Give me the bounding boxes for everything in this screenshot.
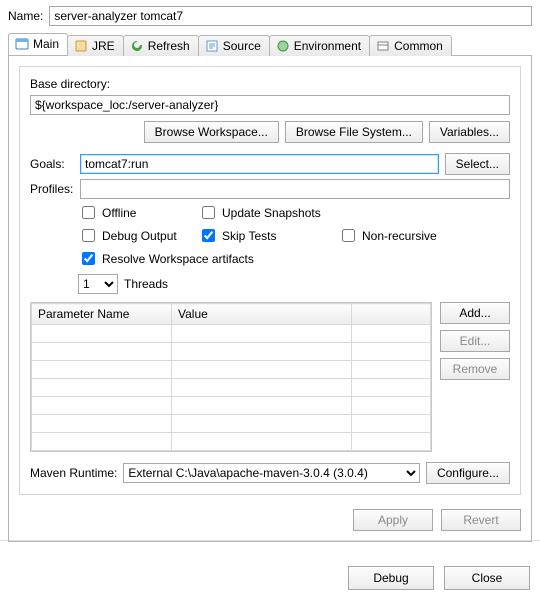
non-recursive-checkbox-input[interactable]	[342, 229, 355, 242]
col-parameter-name[interactable]: Parameter Name	[32, 304, 172, 325]
base-dir-input[interactable]	[30, 95, 510, 115]
tab-main[interactable]: Main	[8, 33, 68, 55]
debug-button[interactable]: Debug	[348, 566, 434, 590]
dialog-footer: Debug Close	[0, 558, 540, 598]
threads-select[interactable]: 1	[78, 274, 118, 294]
configure-button[interactable]: Configure...	[426, 462, 510, 484]
debug-output-checkbox[interactable]: Debug Output	[78, 226, 198, 245]
col-value[interactable]: Value	[172, 304, 352, 325]
table-row[interactable]	[32, 361, 431, 379]
parameters-table[interactable]: Parameter Name Value	[30, 302, 432, 452]
profiles-label: Profiles:	[30, 182, 74, 196]
environment-icon	[276, 39, 290, 53]
table-row[interactable]	[32, 343, 431, 361]
base-dir-label: Base directory:	[30, 77, 510, 91]
revert-button[interactable]: Revert	[441, 509, 521, 531]
tab-label: Main	[33, 37, 59, 51]
maven-runtime-select[interactable]: External C:\Java\apache-maven-3.0.4 (3.0…	[123, 463, 420, 483]
tab-source[interactable]: Source	[198, 35, 270, 56]
offline-checkbox[interactable]: Offline	[78, 203, 198, 222]
update-snapshots-checkbox[interactable]: Update Snapshots	[198, 203, 338, 222]
browse-file-system-button[interactable]: Browse File System...	[285, 121, 423, 143]
common-icon	[376, 39, 390, 53]
maven-runtime-label: Maven Runtime:	[30, 466, 117, 480]
skip-tests-label: Skip Tests	[222, 229, 276, 243]
select-button[interactable]: Select...	[445, 153, 510, 175]
col-spacer	[352, 304, 431, 325]
threads-label: Threads	[124, 277, 168, 291]
tab-label: Common	[394, 39, 443, 53]
tab-common[interactable]: Common	[369, 35, 452, 56]
tab-jre[interactable]: JRE	[67, 35, 124, 56]
skip-tests-checkbox[interactable]: Skip Tests	[198, 226, 338, 245]
table-row[interactable]	[32, 397, 431, 415]
tab-panel-main: Base directory: Browse Workspace... Brow…	[8, 56, 532, 542]
debug-output-label: Debug Output	[102, 229, 177, 243]
table-row[interactable]	[32, 415, 431, 433]
jre-icon	[74, 39, 88, 53]
table-row[interactable]	[32, 325, 431, 343]
browse-workspace-button[interactable]: Browse Workspace...	[144, 121, 279, 143]
offline-label: Offline	[102, 206, 136, 220]
goals-label: Goals:	[30, 157, 74, 171]
variables-button[interactable]: Variables...	[429, 121, 510, 143]
remove-button[interactable]: Remove	[440, 358, 510, 380]
source-icon	[205, 39, 219, 53]
table-row[interactable]	[32, 379, 431, 397]
resolve-workspace-label: Resolve Workspace artifacts	[102, 252, 254, 266]
close-button[interactable]: Close	[444, 566, 530, 590]
tab-label: Source	[223, 39, 261, 53]
tab-environment[interactable]: Environment	[269, 35, 370, 56]
debug-output-checkbox-input[interactable]	[82, 229, 95, 242]
tab-refresh[interactable]: Refresh	[123, 35, 199, 56]
add-button[interactable]: Add...	[440, 302, 510, 324]
tab-label: Refresh	[148, 39, 190, 53]
non-recursive-checkbox[interactable]: Non-recursive	[338, 226, 458, 245]
update-snapshots-label: Update Snapshots	[222, 206, 321, 220]
offline-checkbox-input[interactable]	[82, 206, 95, 219]
apply-button[interactable]: Apply	[353, 509, 433, 531]
refresh-icon	[130, 39, 144, 53]
resolve-workspace-checkbox-input[interactable]	[82, 252, 95, 265]
tab-label: Environment	[294, 39, 361, 53]
edit-button[interactable]: Edit...	[440, 330, 510, 352]
name-label: Name:	[8, 9, 43, 23]
tab-label: JRE	[92, 39, 115, 53]
main-icon	[15, 37, 29, 51]
name-input[interactable]	[49, 6, 532, 26]
tab-bar: Main JRE Refresh Source Environment	[8, 32, 532, 56]
skip-tests-checkbox-input[interactable]	[202, 229, 215, 242]
profiles-input[interactable]	[80, 179, 510, 199]
table-row[interactable]	[32, 433, 431, 451]
update-snapshots-checkbox-input[interactable]	[202, 206, 215, 219]
non-recursive-label: Non-recursive	[362, 229, 437, 243]
resolve-workspace-checkbox[interactable]: Resolve Workspace artifacts	[78, 249, 458, 268]
goals-input[interactable]	[80, 154, 439, 174]
